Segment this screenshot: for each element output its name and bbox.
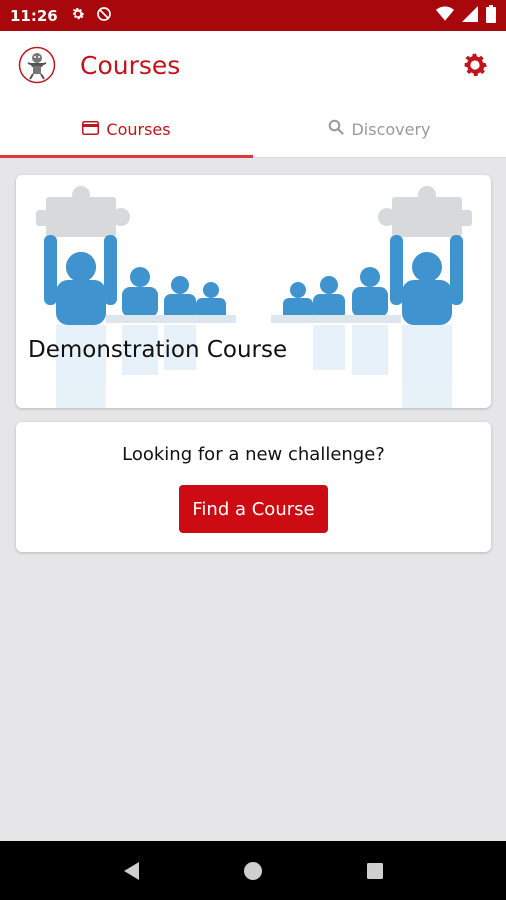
app-logo (18, 46, 56, 84)
status-time: 11:26 (10, 6, 58, 25)
recents-icon (367, 862, 383, 879)
wifi-icon (436, 6, 454, 26)
tab-discovery[interactable]: Discovery (253, 101, 506, 157)
signal-icon (462, 5, 478, 26)
status-bar: 11:26 (0, 0, 506, 31)
recents-button[interactable] (360, 856, 390, 886)
find-course-button[interactable]: Find a Course (179, 485, 328, 533)
back-icon (124, 861, 139, 880)
gear-icon (464, 53, 487, 76)
tab-bar: Courses Discovery (0, 101, 506, 158)
course-illustration (36, 186, 472, 408)
tab-courses-label: Courses (106, 119, 171, 139)
battery-icon (486, 4, 496, 27)
home-button[interactable] (238, 856, 268, 886)
course-title: Demonstration Course (28, 337, 288, 363)
app-bar: Courses (0, 31, 506, 101)
tab-discovery-label: Discovery (351, 119, 431, 139)
settings-status-icon (70, 6, 86, 26)
search-icon (328, 119, 345, 139)
active-tab-indicator (0, 155, 253, 158)
page-title: Courses (80, 51, 181, 80)
home-icon (244, 861, 262, 880)
back-button[interactable] (116, 856, 146, 886)
no-disturb-icon (96, 6, 112, 26)
challenge-card: Looking for a new challenge? Find a Cour… (16, 422, 491, 552)
course-card[interactable]: Demonstration Course (16, 175, 491, 408)
tab-courses[interactable]: Courses (0, 101, 253, 158)
settings-button[interactable] (460, 50, 490, 80)
card-icon (82, 120, 100, 139)
challenge-text: Looking for a new challenge? (122, 444, 385, 465)
system-nav-bar (0, 841, 506, 900)
